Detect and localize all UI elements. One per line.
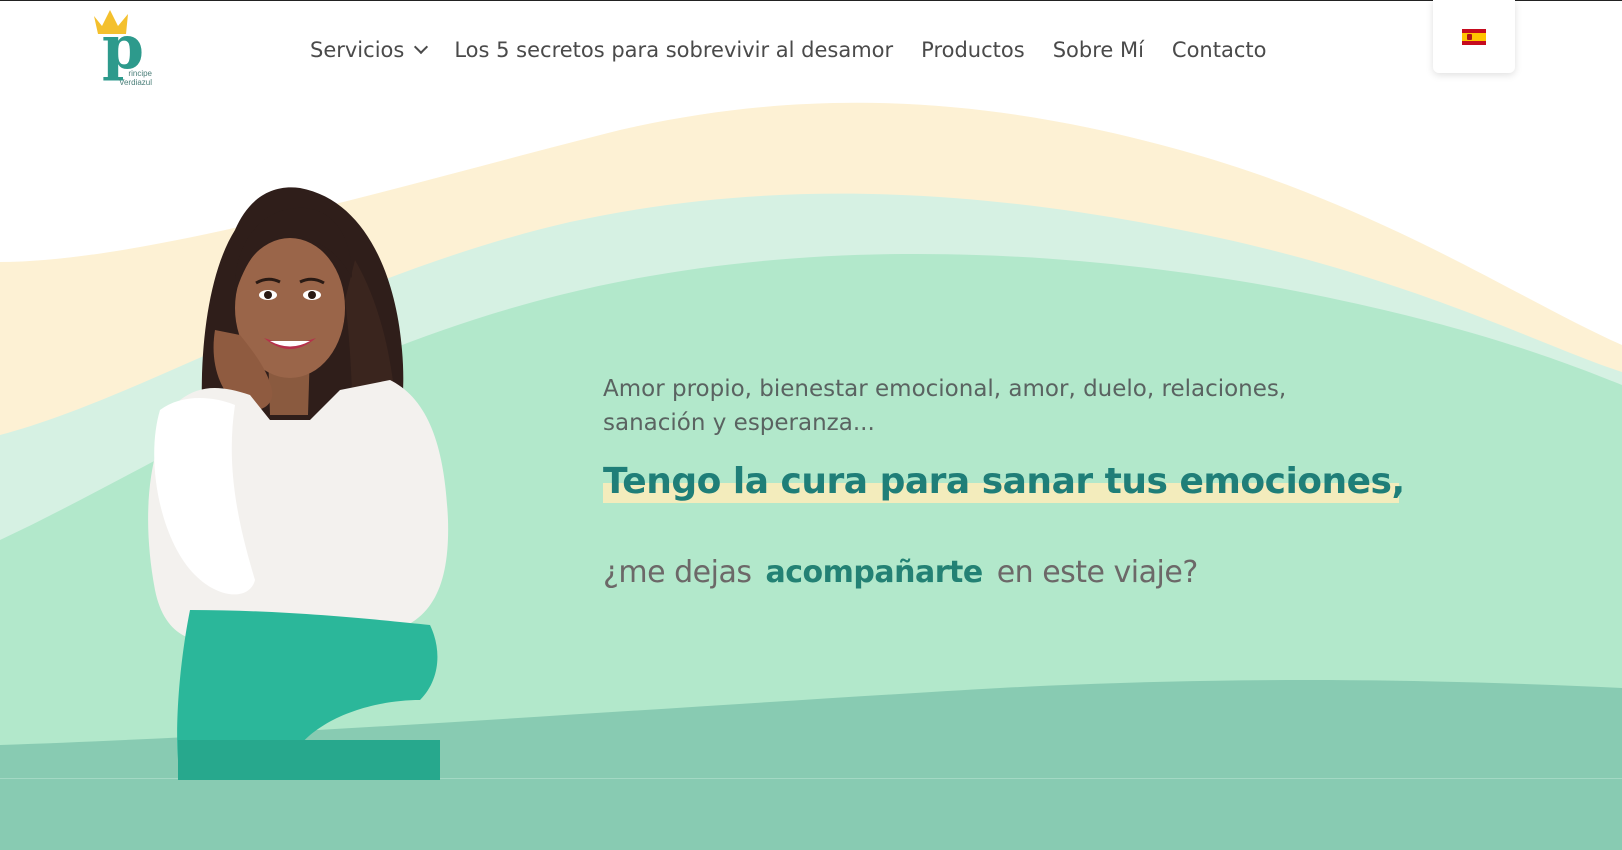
nav-item-secretos[interactable]: Los 5 secretos para sobrevivir al desamo… [454,34,893,66]
question-before: ¿me dejas [603,555,752,591]
logo-text: rincipe Verdiazul [106,69,152,87]
language-switcher[interactable] [1433,0,1515,73]
question-accent: acompañarte [765,555,984,591]
hero-content: Amor propio, bienestar emocional, amor, … [603,372,1423,593]
hero-title-text: Tengo la cura para sanar tus emociones, [603,461,1405,502]
nav-item-contacto[interactable]: Contacto [1172,34,1267,66]
question-after: en este viaje? [996,555,1199,591]
portrait-image [148,187,449,780]
hero-question: ¿me dejas acompañarte en este viaje? [603,553,1423,593]
site-logo[interactable]: p rincipe Verdiazul [92,8,156,90]
hero-title: Tengo la cura para sanar tus emociones, [603,459,1405,505]
logo-line1: rincipe [128,69,152,78]
chevron-down-icon [414,39,429,55]
nav-item-sobre-mi[interactable]: Sobre Mí [1053,34,1144,66]
main-nav: Servicios Los 5 secretos para sobrevivir… [310,34,1266,66]
nav-item-label: Servicios [310,38,405,62]
flag-es-icon [1462,28,1486,45]
hero-intro: Amor propio, bienestar emocional, amor, … [603,376,1287,436]
nav-item-productos[interactable]: Productos [921,34,1025,66]
nav-item-servicios[interactable]: Servicios [310,34,429,66]
site-header: p rincipe Verdiazul Servicios Los 5 secr… [0,0,1622,100]
logo-line2: Verdiazul [119,78,152,87]
